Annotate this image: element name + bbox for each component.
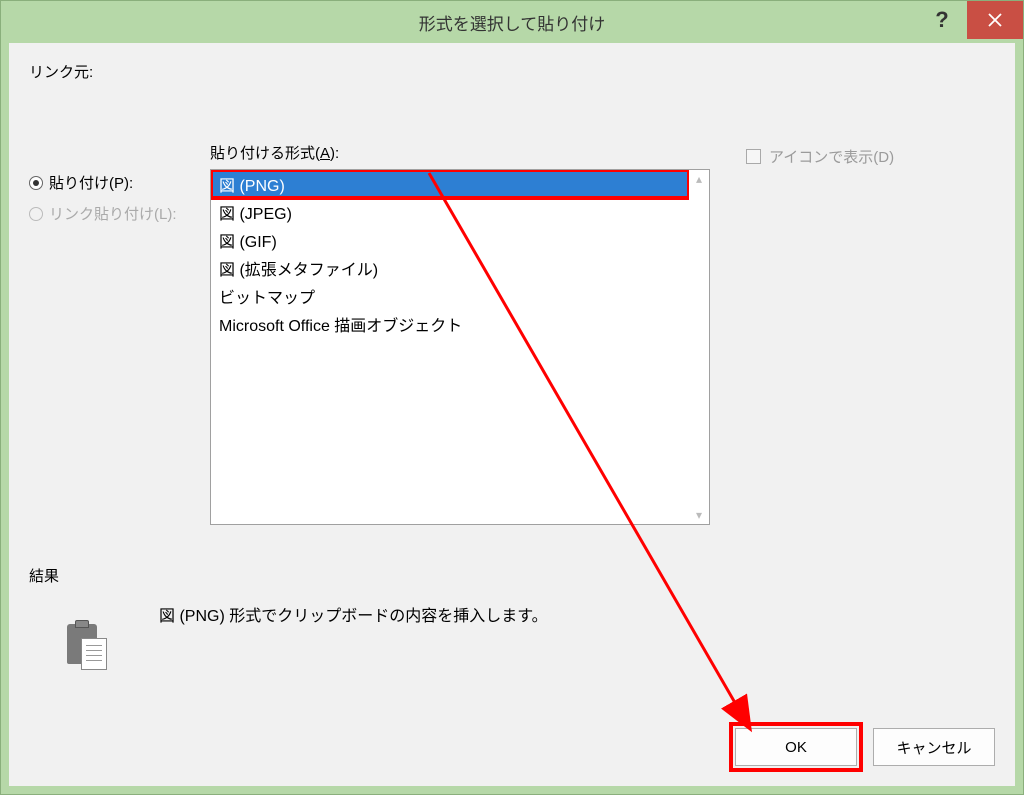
list-item[interactable]: Microsoft Office 描画オブジェクト — [211, 310, 689, 338]
list-item[interactable]: 図 (PNG) — [211, 170, 689, 198]
checkbox-icon — [746, 149, 761, 164]
format-list-label: 貼り付ける形式(A): — [210, 142, 710, 163]
scroll-down-icon: ▾ — [696, 508, 702, 522]
close-button[interactable] — [967, 1, 1023, 39]
as-icon-label: アイコンで表示(D) — [769, 146, 894, 167]
dialog-body: リンク元: 貼り付け(P): リンク貼り付け(L): 貼り付ける形式(A): — [9, 43, 1015, 786]
paste-special-dialog: 形式を選択して貼り付け ? リンク元: 貼り付け(P): — [0, 0, 1024, 795]
paste-radio-row[interactable]: 貼り付け(P): — [29, 172, 194, 193]
radio-icon — [29, 207, 43, 221]
result-description: 図 (PNG) 形式でクリップボードの内容を挿入します。 — [159, 602, 548, 626]
link-paste-radio-label: リンク貼り付け(L): — [49, 203, 177, 224]
list-item[interactable]: 図 (JPEG) — [211, 198, 689, 226]
scrollbar[interactable]: ▴ ▾ — [689, 170, 709, 524]
list-item[interactable]: 図 (拡張メタファイル) — [211, 254, 689, 282]
clipboard-icon — [67, 622, 109, 670]
as-icon-checkbox-row: アイコンで表示(D) — [746, 146, 894, 167]
help-button[interactable]: ? — [917, 1, 967, 39]
radio-icon — [29, 176, 43, 190]
paste-radio-label: 貼り付け(P): — [49, 172, 133, 193]
link-source-label: リンク元: — [29, 64, 93, 81]
format-listbox[interactable]: 図 (PNG) 図 (JPEG) 図 (GIF) 図 (拡張メタファイル) ビッ… — [210, 169, 710, 525]
result-heading: 結果 — [29, 565, 995, 586]
dialog-title: 形式を選択して貼り付け — [1, 10, 1023, 35]
ok-button[interactable]: OK — [735, 728, 857, 766]
list-item[interactable]: 図 (GIF) — [211, 226, 689, 254]
close-icon — [987, 12, 1003, 28]
scroll-up-icon: ▴ — [696, 172, 702, 186]
link-paste-radio-row: リンク貼り付け(L): — [29, 203, 194, 224]
titlebar: 形式を選択して貼り付け ? — [1, 1, 1023, 43]
help-icon: ? — [935, 7, 948, 33]
list-item[interactable]: ビットマップ — [211, 282, 689, 310]
cancel-button[interactable]: キャンセル — [873, 728, 995, 766]
